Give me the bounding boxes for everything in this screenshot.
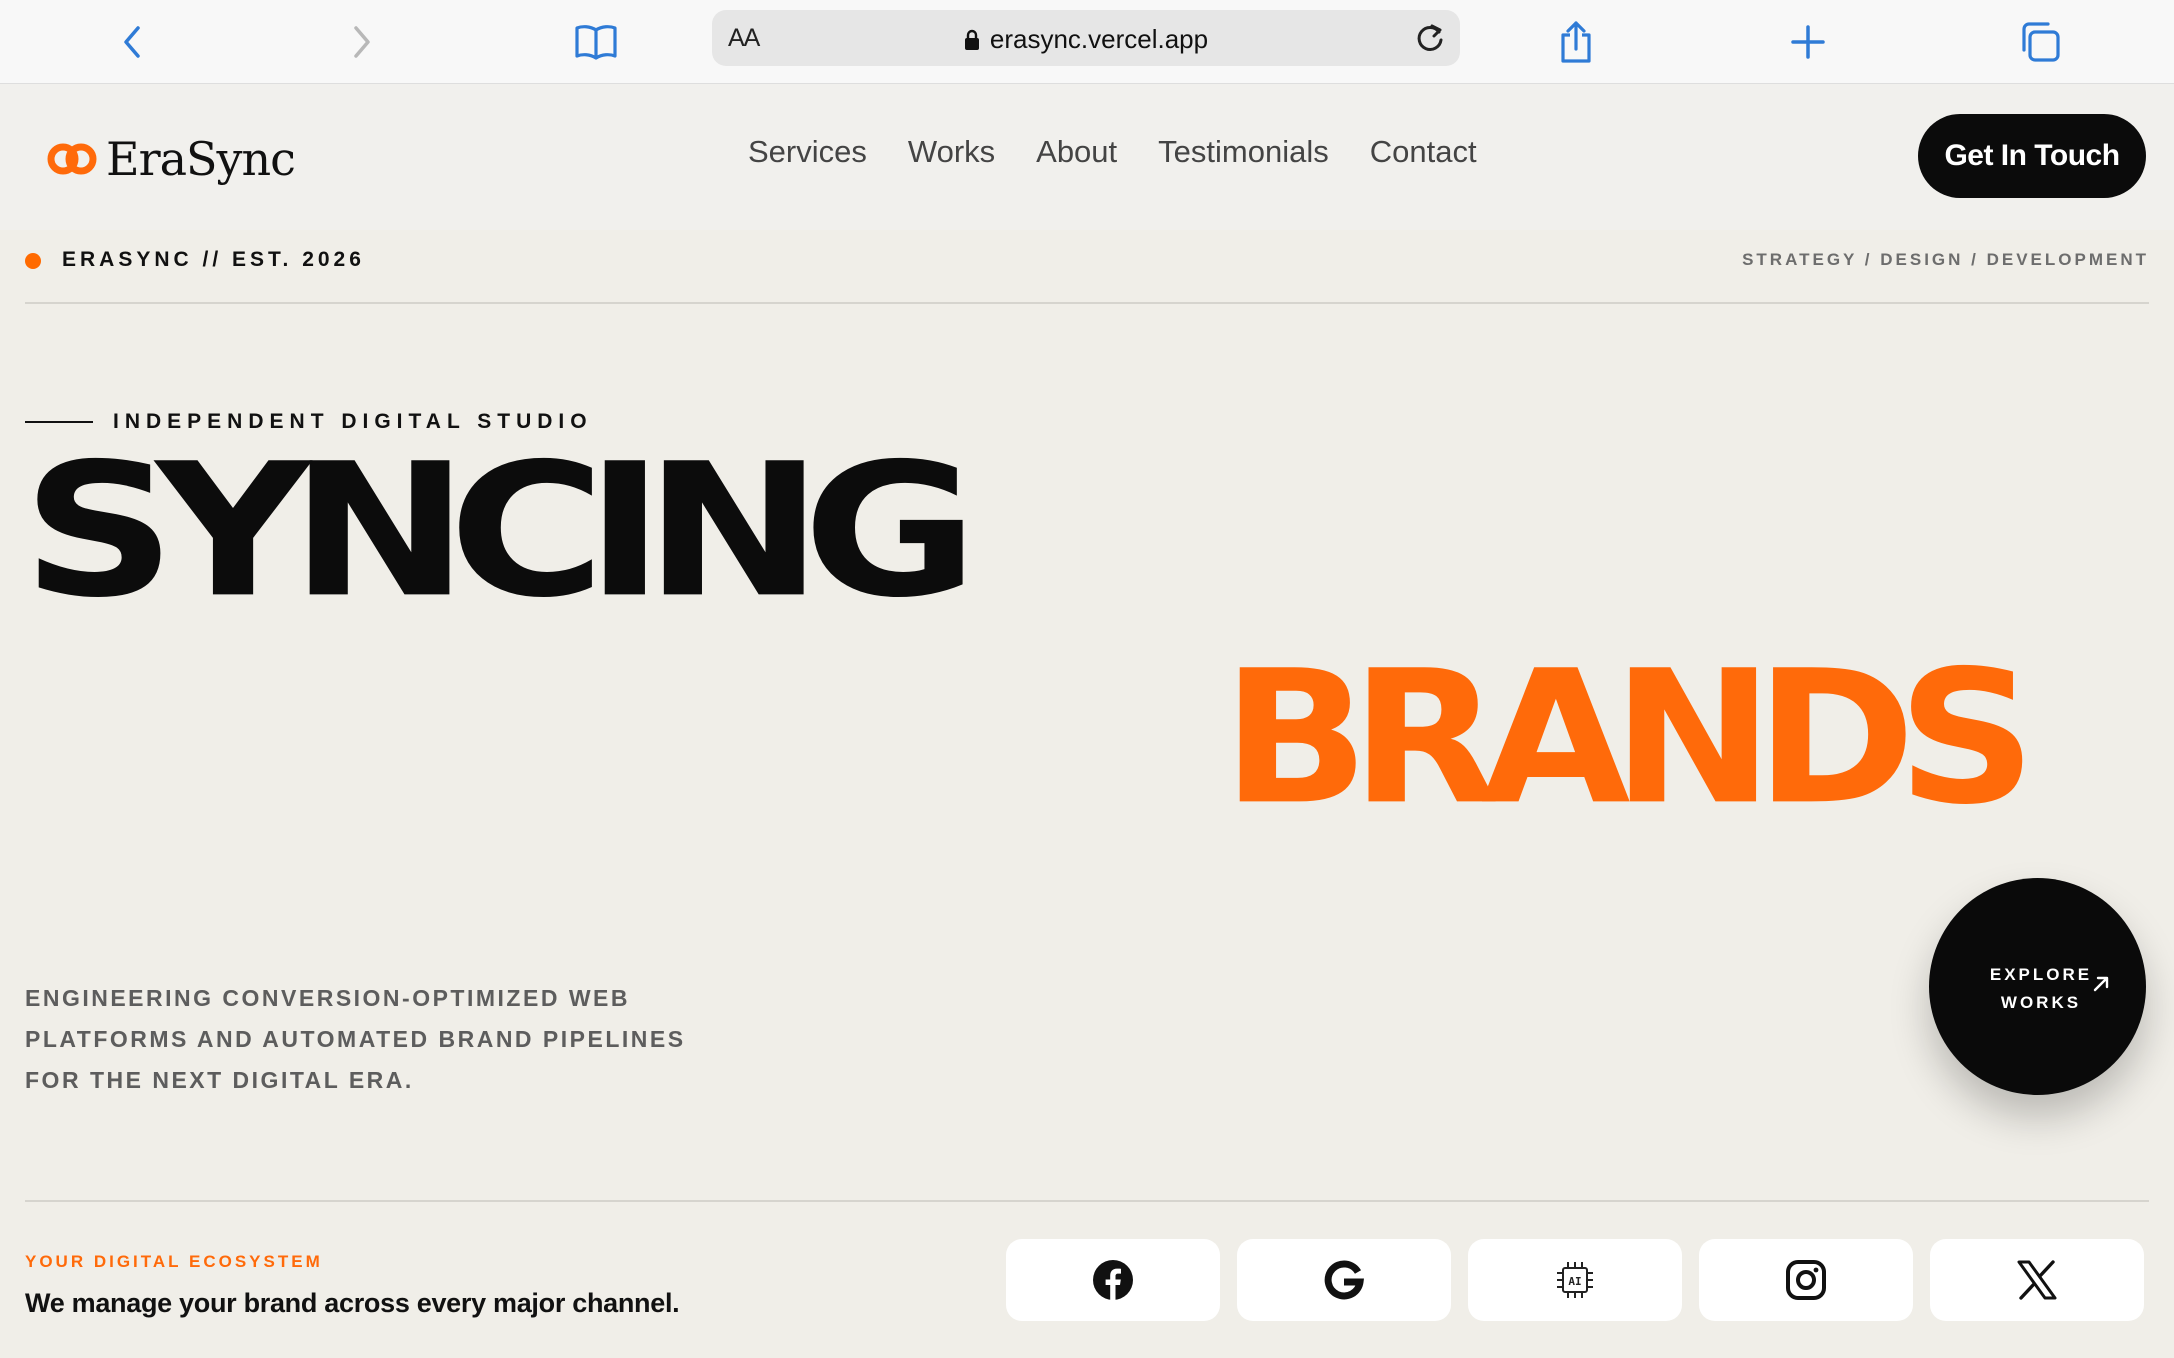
channel-instagram[interactable] (1699, 1239, 1913, 1321)
back-icon[interactable] (104, 14, 160, 70)
channel-google[interactable] (1237, 1239, 1451, 1321)
hero-tagline: ENGINEERING CONVERSION-OPTIMIZED WEB PLA… (25, 985, 686, 1093)
browser-toolbar: AA erasync.vercel.app (0, 0, 2174, 84)
ecosystem-label: YOUR DIGITAL ECOSYSTEM (25, 1252, 323, 1271)
nav-about[interactable]: About (1036, 134, 1117, 170)
section-divider (25, 1200, 2149, 1202)
channel-ai[interactable]: AI (1468, 1239, 1682, 1321)
channel-facebook[interactable] (1006, 1239, 1220, 1321)
ai-chip-icon: AI (1557, 1262, 1593, 1298)
logo-text: EraSync (106, 132, 296, 186)
forward-icon[interactable] (334, 14, 390, 70)
explore-label-line2: WORKS (2000, 993, 2082, 1012)
nav-works[interactable]: Works (908, 134, 995, 170)
get-in-touch-button[interactable]: Get In Touch (1918, 114, 2146, 198)
x-icon (2017, 1260, 2057, 1300)
reload-icon[interactable] (1412, 20, 1448, 56)
channel-list: AI (1006, 1239, 2144, 1321)
google-icon (1324, 1260, 1364, 1300)
main-nav: Services Works About Testimonials Contac… (748, 134, 1477, 170)
lock-icon (964, 27, 980, 58)
nav-services[interactable]: Services (748, 134, 867, 170)
new-tab-icon[interactable] (1780, 14, 1836, 70)
address-bar[interactable]: AA erasync.vercel.app (712, 10, 1460, 66)
hero-title-syncing: SYNCING (22, 424, 978, 639)
hero-title-brands: BRANDS (1222, 631, 2036, 846)
site-header: EraSync Services Works About Testimonial… (0, 84, 2174, 230)
explore-works-label: EXPLORE WORKS (1971, 961, 2111, 1017)
explore-works-button[interactable]: EXPLORE WORKS (1929, 878, 2146, 1095)
channel-x[interactable] (1930, 1239, 2144, 1321)
facebook-icon (1093, 1260, 1133, 1300)
url-text: erasync.vercel.app (989, 24, 1209, 54)
studio-est-label: ERASYNC // EST. 2026 (62, 248, 365, 271)
nav-contact[interactable]: Contact (1370, 134, 1477, 170)
logo[interactable]: EraSync (46, 132, 296, 186)
logo-icon (47, 143, 97, 175)
info-strip: ERASYNC // EST. 2026 STRATEGY / DESIGN /… (25, 230, 2149, 304)
arrow-up-right-icon (2093, 976, 2109, 992)
instagram-icon (1786, 1260, 1826, 1300)
ecosystem-text: We manage your brand across every major … (25, 1288, 680, 1318)
services-tagline: STRATEGY / DESIGN / DEVELOPMENT (1742, 250, 2149, 269)
nav-testimonials[interactable]: Testimonials (1158, 134, 1329, 170)
status-dot (25, 253, 41, 269)
share-icon[interactable] (1548, 14, 1604, 70)
explore-label-line1: EXPLORE (1989, 965, 2093, 984)
svg-text:AI: AI (1568, 1275, 1581, 1288)
tabs-overview-icon[interactable] (2012, 14, 2068, 70)
eyebrow-rule (25, 421, 93, 423)
bookmarks-icon[interactable] (568, 14, 624, 70)
